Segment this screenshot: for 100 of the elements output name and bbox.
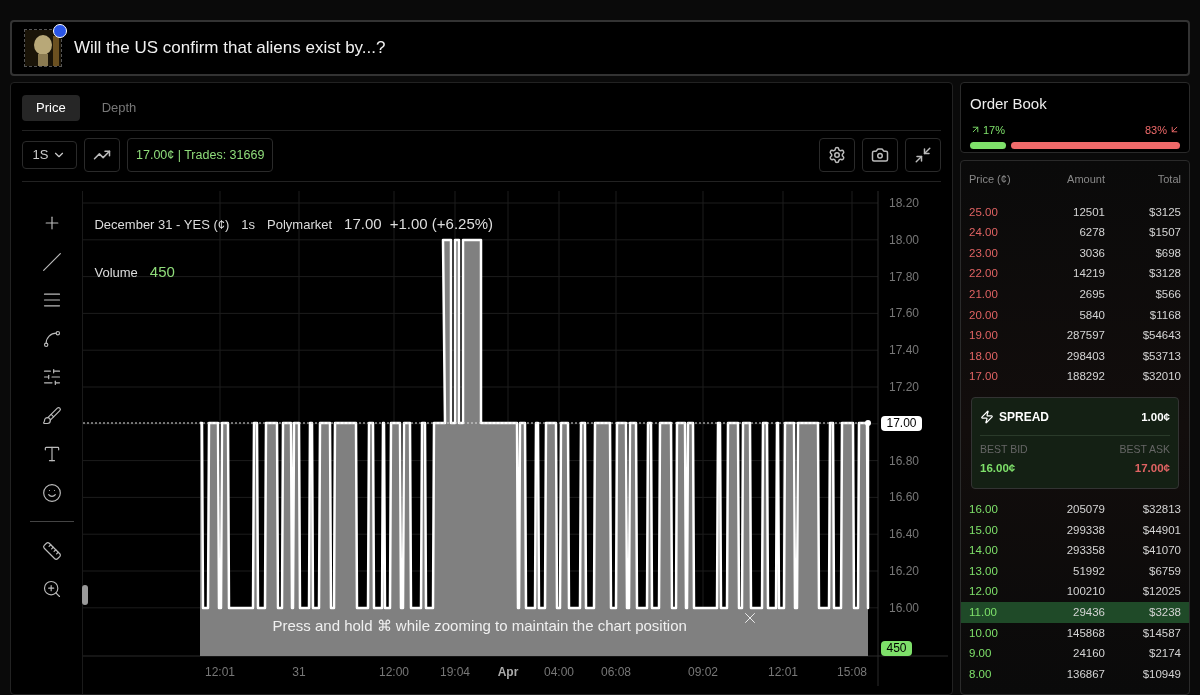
amount-cell-text: 188292 xyxy=(1065,369,1105,385)
order-row[interactable]: 25.00 12501 $3125 xyxy=(961,202,1189,223)
amount-cell-text: 12501 xyxy=(1072,204,1105,220)
spread-label: SPREAD xyxy=(999,409,1049,427)
camera-button[interactable] xyxy=(862,138,898,172)
price-cell-text: 11.00 xyxy=(969,605,998,620)
amount-cell-text: 6278 xyxy=(1078,225,1105,241)
x-axis-label: 12:01 xyxy=(768,665,799,679)
price-cell-text: 15.00 xyxy=(969,522,999,538)
column-header: Price (¢) xyxy=(969,172,1012,187)
order-row[interactable]: 8.00 136867 $10949 xyxy=(961,664,1189,685)
order-row[interactable]: 10.00 145868 $14587 xyxy=(961,622,1189,644)
chart-tab[interactable]: Depth xyxy=(87,95,151,121)
x-axis-label: 19:04 xyxy=(440,665,471,679)
price-cell-text: 21.00 xyxy=(969,287,999,303)
amount-cell-text: 51992 xyxy=(1072,563,1105,579)
amount-cell-text: 298403 xyxy=(1065,348,1105,364)
x-axis-label: Apr xyxy=(498,665,519,679)
emoji-icon[interactable] xyxy=(42,482,63,503)
order-row[interactable]: 23.00 3036 $698 xyxy=(961,243,1189,264)
best-bid-value: 16.00¢ xyxy=(980,461,1016,477)
y-axis-label: 18.00 xyxy=(889,232,920,247)
x-axis-label: 12:01 xyxy=(205,665,236,679)
total-cell-text: $32813 xyxy=(1141,502,1181,517)
order-row[interactable]: 21.00 2695 $566 xyxy=(961,284,1189,305)
y-axis-label: 18.20 xyxy=(889,196,920,210)
total-cell-text: $44901 xyxy=(1141,522,1181,538)
amount-cell-text: 3036 xyxy=(1078,245,1105,261)
total-cell-text: $566 xyxy=(1154,287,1181,303)
amount-cell-text: 287597 xyxy=(1065,328,1105,344)
total-cell-text: $6759 xyxy=(1148,563,1181,579)
y-axis-label: 17.80 xyxy=(889,269,920,284)
y-axis-label: 16.00 xyxy=(889,600,920,615)
collapse-arrows-icon xyxy=(914,146,932,164)
price-cell-text: 22.00 xyxy=(969,266,999,282)
settings-button[interactable] xyxy=(819,138,855,172)
zoom-in-icon[interactable] xyxy=(42,579,63,599)
volume-label: Volume xyxy=(94,264,138,282)
spread-value: 1.00¢ xyxy=(1141,409,1170,425)
settings-icon xyxy=(828,146,846,164)
order-row[interactable]: 20.00 5840 $1168 xyxy=(961,304,1189,326)
amount-cell-text: 293358 xyxy=(1065,543,1105,559)
interval-dropdown[interactable]: 1S xyxy=(22,141,77,169)
sell-share: 83% xyxy=(1144,122,1167,138)
lightning-icon xyxy=(980,410,994,425)
price-cell-text: 9.00 xyxy=(969,646,993,662)
price-cell-text: 18.00 xyxy=(969,348,999,364)
order-row[interactable]: 11.00 29436 $3238 xyxy=(961,602,1189,623)
price-cell-text: 17.00 xyxy=(969,369,999,385)
order-row[interactable]: 12.00 100210 $12025 xyxy=(961,581,1189,603)
amount-cell-text: 24160 xyxy=(1072,646,1105,662)
amount-cell-text: 299338 xyxy=(1065,522,1105,538)
amount-cell-text: 14219 xyxy=(1072,266,1105,282)
order-row[interactable]: 15.00 299338 $44901 xyxy=(961,519,1189,541)
order-row[interactable]: 18.00 298403 $53713 xyxy=(961,346,1189,367)
legend-change: +1.00 (+6.25%) xyxy=(389,214,494,234)
price-cell-text: 23.00 xyxy=(969,245,999,261)
amount-cell-text: 5840 xyxy=(1078,307,1105,323)
y-axis-label: 16.80 xyxy=(889,453,920,468)
total-cell-text: $12025 xyxy=(1141,584,1181,600)
order-row[interactable]: 9.00 24160 $2174 xyxy=(961,643,1189,665)
order-row[interactable]: 19.00 287597 $54643 xyxy=(961,325,1189,347)
amount-cell-text: 100210 xyxy=(1065,584,1105,600)
y-axis-label: 17.40 xyxy=(889,343,920,358)
amount-cell-text: 2695 xyxy=(1078,287,1105,303)
best-bid-label: BEST BID xyxy=(980,442,1028,458)
amount-cell-text: 205079 xyxy=(1065,502,1105,517)
volume-badge: 450 xyxy=(881,641,912,656)
scroll-handle[interactable] xyxy=(82,585,89,605)
price-cell-text: 8.00 xyxy=(969,666,993,682)
trend-line-icon[interactable] xyxy=(42,251,63,272)
order-book-title: Order Book xyxy=(970,94,1048,114)
best-ask-value: 17.00¢ xyxy=(1134,461,1170,477)
volume-value: 450 xyxy=(149,262,175,282)
total-cell-text: $54643 xyxy=(1141,328,1181,344)
x-axis-label: 06:08 xyxy=(601,665,632,679)
total-cell-text: $53713 xyxy=(1141,348,1181,364)
chart-type-button[interactable] xyxy=(84,138,120,172)
legend-interval: 1s xyxy=(241,216,256,234)
ticker-display: 17.00¢ | Trades: 31669 xyxy=(127,138,274,172)
order-row[interactable]: 14.00 293358 $41070 xyxy=(961,540,1189,562)
column-header: Total xyxy=(1156,172,1181,187)
order-row[interactable]: 13.00 51992 $6759 xyxy=(961,561,1189,582)
y-axis-label: 16.40 xyxy=(889,527,920,542)
amount-cell-text: 145868 xyxy=(1065,625,1105,641)
order-row[interactable]: 16.00 205079 $32813 xyxy=(961,499,1189,520)
buy-share: 17% xyxy=(983,122,1006,138)
price-cell-text: 13.00 xyxy=(969,563,999,579)
amount-cell-text: 136867 xyxy=(1065,666,1105,682)
order-row[interactable]: 24.00 6278 $1507 xyxy=(961,222,1189,244)
order-row[interactable]: 17.00 188292 $32010 xyxy=(961,366,1189,388)
chart-tab[interactable]: Price xyxy=(22,95,80,121)
price-cell-text: 12.00 xyxy=(969,584,999,600)
price-cell-text: 24.00 xyxy=(969,225,999,241)
order-row[interactable]: 22.00 14219 $3128 xyxy=(961,263,1189,285)
ruler-icon[interactable] xyxy=(42,540,63,561)
legend-price: 17.00 xyxy=(344,214,382,234)
collapse-button[interactable] xyxy=(905,138,941,172)
brush-icon[interactable] xyxy=(42,405,63,426)
total-cell-text: $2174 xyxy=(1148,646,1181,662)
